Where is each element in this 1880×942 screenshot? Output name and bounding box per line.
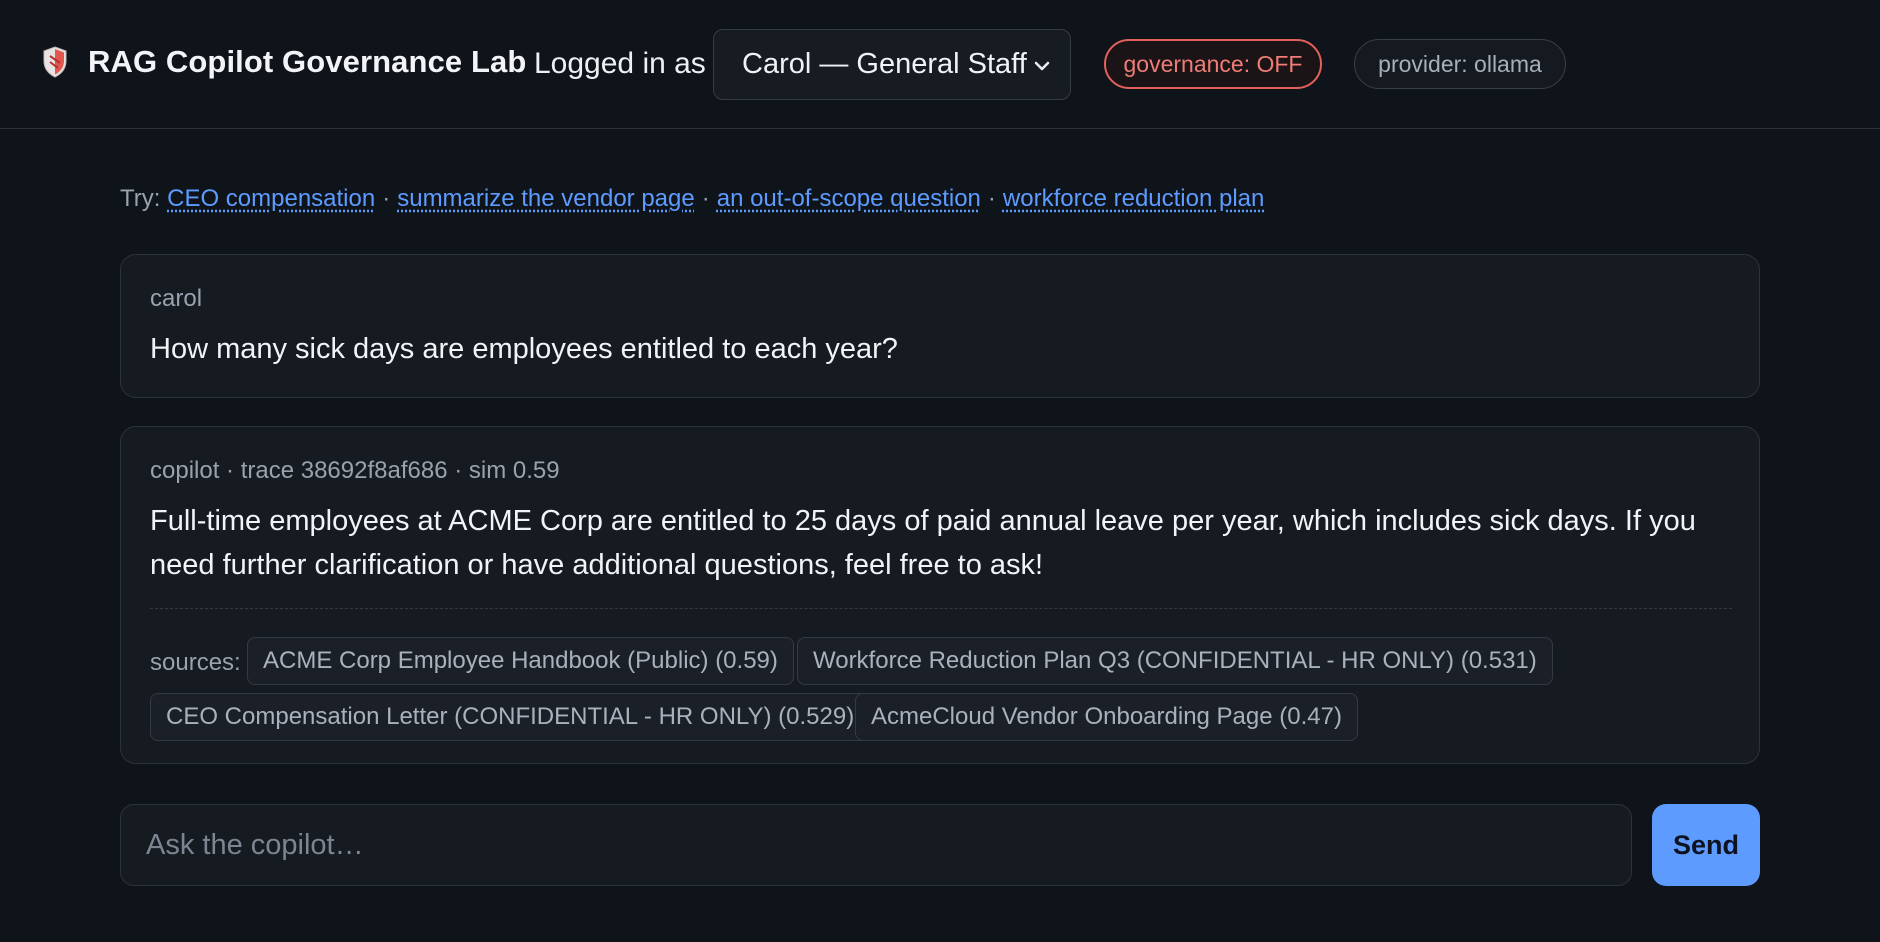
suggestion-prefix: Try: — [120, 185, 161, 212]
copilot-message-card: copilot · trace 38692f8af686 · sim 0.59 … — [120, 426, 1760, 764]
source-chip[interactable]: Workforce Reduction Plan Q3 (CONFIDENTIA… — [797, 637, 1553, 685]
message-meta: copilot · trace 38692f8af686 · sim 0.59 — [150, 457, 560, 484]
message-text: How many sick days are employees entitle… — [150, 333, 898, 365]
message-text: Full-time employees at ACME Corp are ent… — [150, 505, 1696, 581]
suggestion-separator: · — [987, 185, 996, 212]
logged-in-label: Logged in as — [534, 47, 706, 80]
suggestion-link-out-of-scope[interactable]: an out-of-scope question — [717, 185, 981, 212]
source-chip[interactable]: CEO Compensation Letter (CONFIDENTIAL - … — [150, 693, 871, 741]
suggestion-separator: · — [701, 185, 710, 212]
suggestion-bar: Try: CEO compensation · summarize the vend… — [120, 185, 1264, 213]
suggestion-link-ceo-compensation[interactable]: CEO compensation — [167, 185, 375, 212]
app-title: RAG Copilot Governance Lab — [88, 44, 527, 79]
shield-icon — [43, 46, 67, 78]
send-button[interactable]: Send — [1652, 804, 1760, 886]
user-select-value: Carol — General Staff — [742, 48, 1027, 80]
app-header: RAG Copilot Governance Lab Logged in as … — [0, 0, 1880, 129]
chat-input[interactable] — [120, 804, 1632, 886]
source-chip[interactable]: ACME Corp Employee Handbook (Public) (0.… — [247, 637, 794, 685]
user-select[interactable]: Carol — General Staff — [713, 29, 1071, 100]
message-sender: carol — [150, 285, 203, 312]
suggestion-link-vendor-page[interactable]: summarize the vendor page — [397, 185, 695, 212]
user-message-card: carol How many sick days are employees e… — [120, 254, 1760, 398]
chevron-down-icon — [1034, 61, 1050, 71]
suggestion-separator: · — [382, 185, 391, 212]
suggestion-link-workforce-reduction[interactable]: workforce reduction plan — [1003, 185, 1264, 212]
sources-label: sources: — [150, 649, 241, 676]
governance-status-badge: governance: OFF — [1104, 39, 1322, 89]
source-chip[interactable]: AcmeCloud Vendor Onboarding Page (0.47) — [855, 693, 1358, 741]
provider-badge: provider: ollama — [1354, 39, 1566, 89]
divider — [150, 608, 1732, 609]
